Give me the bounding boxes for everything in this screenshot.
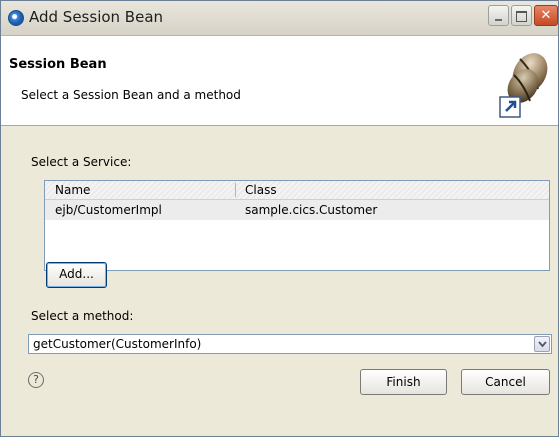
table-row[interactable]: ejb/CustomerImpl sample.cics.Customer xyxy=(45,200,549,220)
service-table[interactable]: Name Class ejb/CustomerImpl sample.cics.… xyxy=(44,180,550,271)
table-header: Name Class xyxy=(45,181,549,200)
maximize-icon xyxy=(516,11,527,22)
dropdown-button[interactable] xyxy=(534,336,550,352)
finish-button[interactable]: Finish xyxy=(360,369,447,395)
method-select[interactable]: getCustomer(CustomerInfo) xyxy=(28,334,552,354)
session-bean-icon xyxy=(499,53,548,118)
cancel-button[interactable]: Cancel xyxy=(461,369,550,395)
minimize-icon xyxy=(495,19,502,21)
minimize-button[interactable] xyxy=(488,5,509,26)
help-icon[interactable]: ? xyxy=(28,372,44,388)
app-icon xyxy=(8,10,24,26)
content-area: Select a Service: Name Class ejb/Custome… xyxy=(1,126,558,369)
add-session-bean-dialog: Add Session Bean ✕ Session Bean Select a… xyxy=(0,0,559,437)
title-bar[interactable]: Add Session Bean ✕ xyxy=(1,1,558,36)
add-button[interactable]: Add... xyxy=(46,262,107,288)
close-button[interactable]: ✕ xyxy=(534,5,558,26)
service-label: Select a Service: xyxy=(31,155,132,169)
method-label: Select a method: xyxy=(31,309,134,323)
close-icon: ✕ xyxy=(540,8,552,23)
page-description: Select a Session Bean and a method xyxy=(21,88,241,102)
column-divider[interactable] xyxy=(235,183,236,197)
row-class-cell: sample.cics.Customer xyxy=(245,203,378,217)
page-title: Session Bean xyxy=(9,57,107,72)
method-select-value: getCustomer(CustomerInfo) xyxy=(33,337,202,351)
window-title: Add Session Bean xyxy=(29,8,164,26)
chevron-down-icon xyxy=(538,341,547,348)
column-header-name[interactable]: Name xyxy=(55,183,90,197)
row-name-cell: ejb/CustomerImpl xyxy=(55,203,162,217)
header-banner: Session Bean Select a Session Bean and a… xyxy=(1,36,558,126)
maximize-button[interactable] xyxy=(511,5,532,26)
button-bar: ? Finish Cancel xyxy=(1,369,558,436)
column-header-class[interactable]: Class xyxy=(245,183,277,197)
